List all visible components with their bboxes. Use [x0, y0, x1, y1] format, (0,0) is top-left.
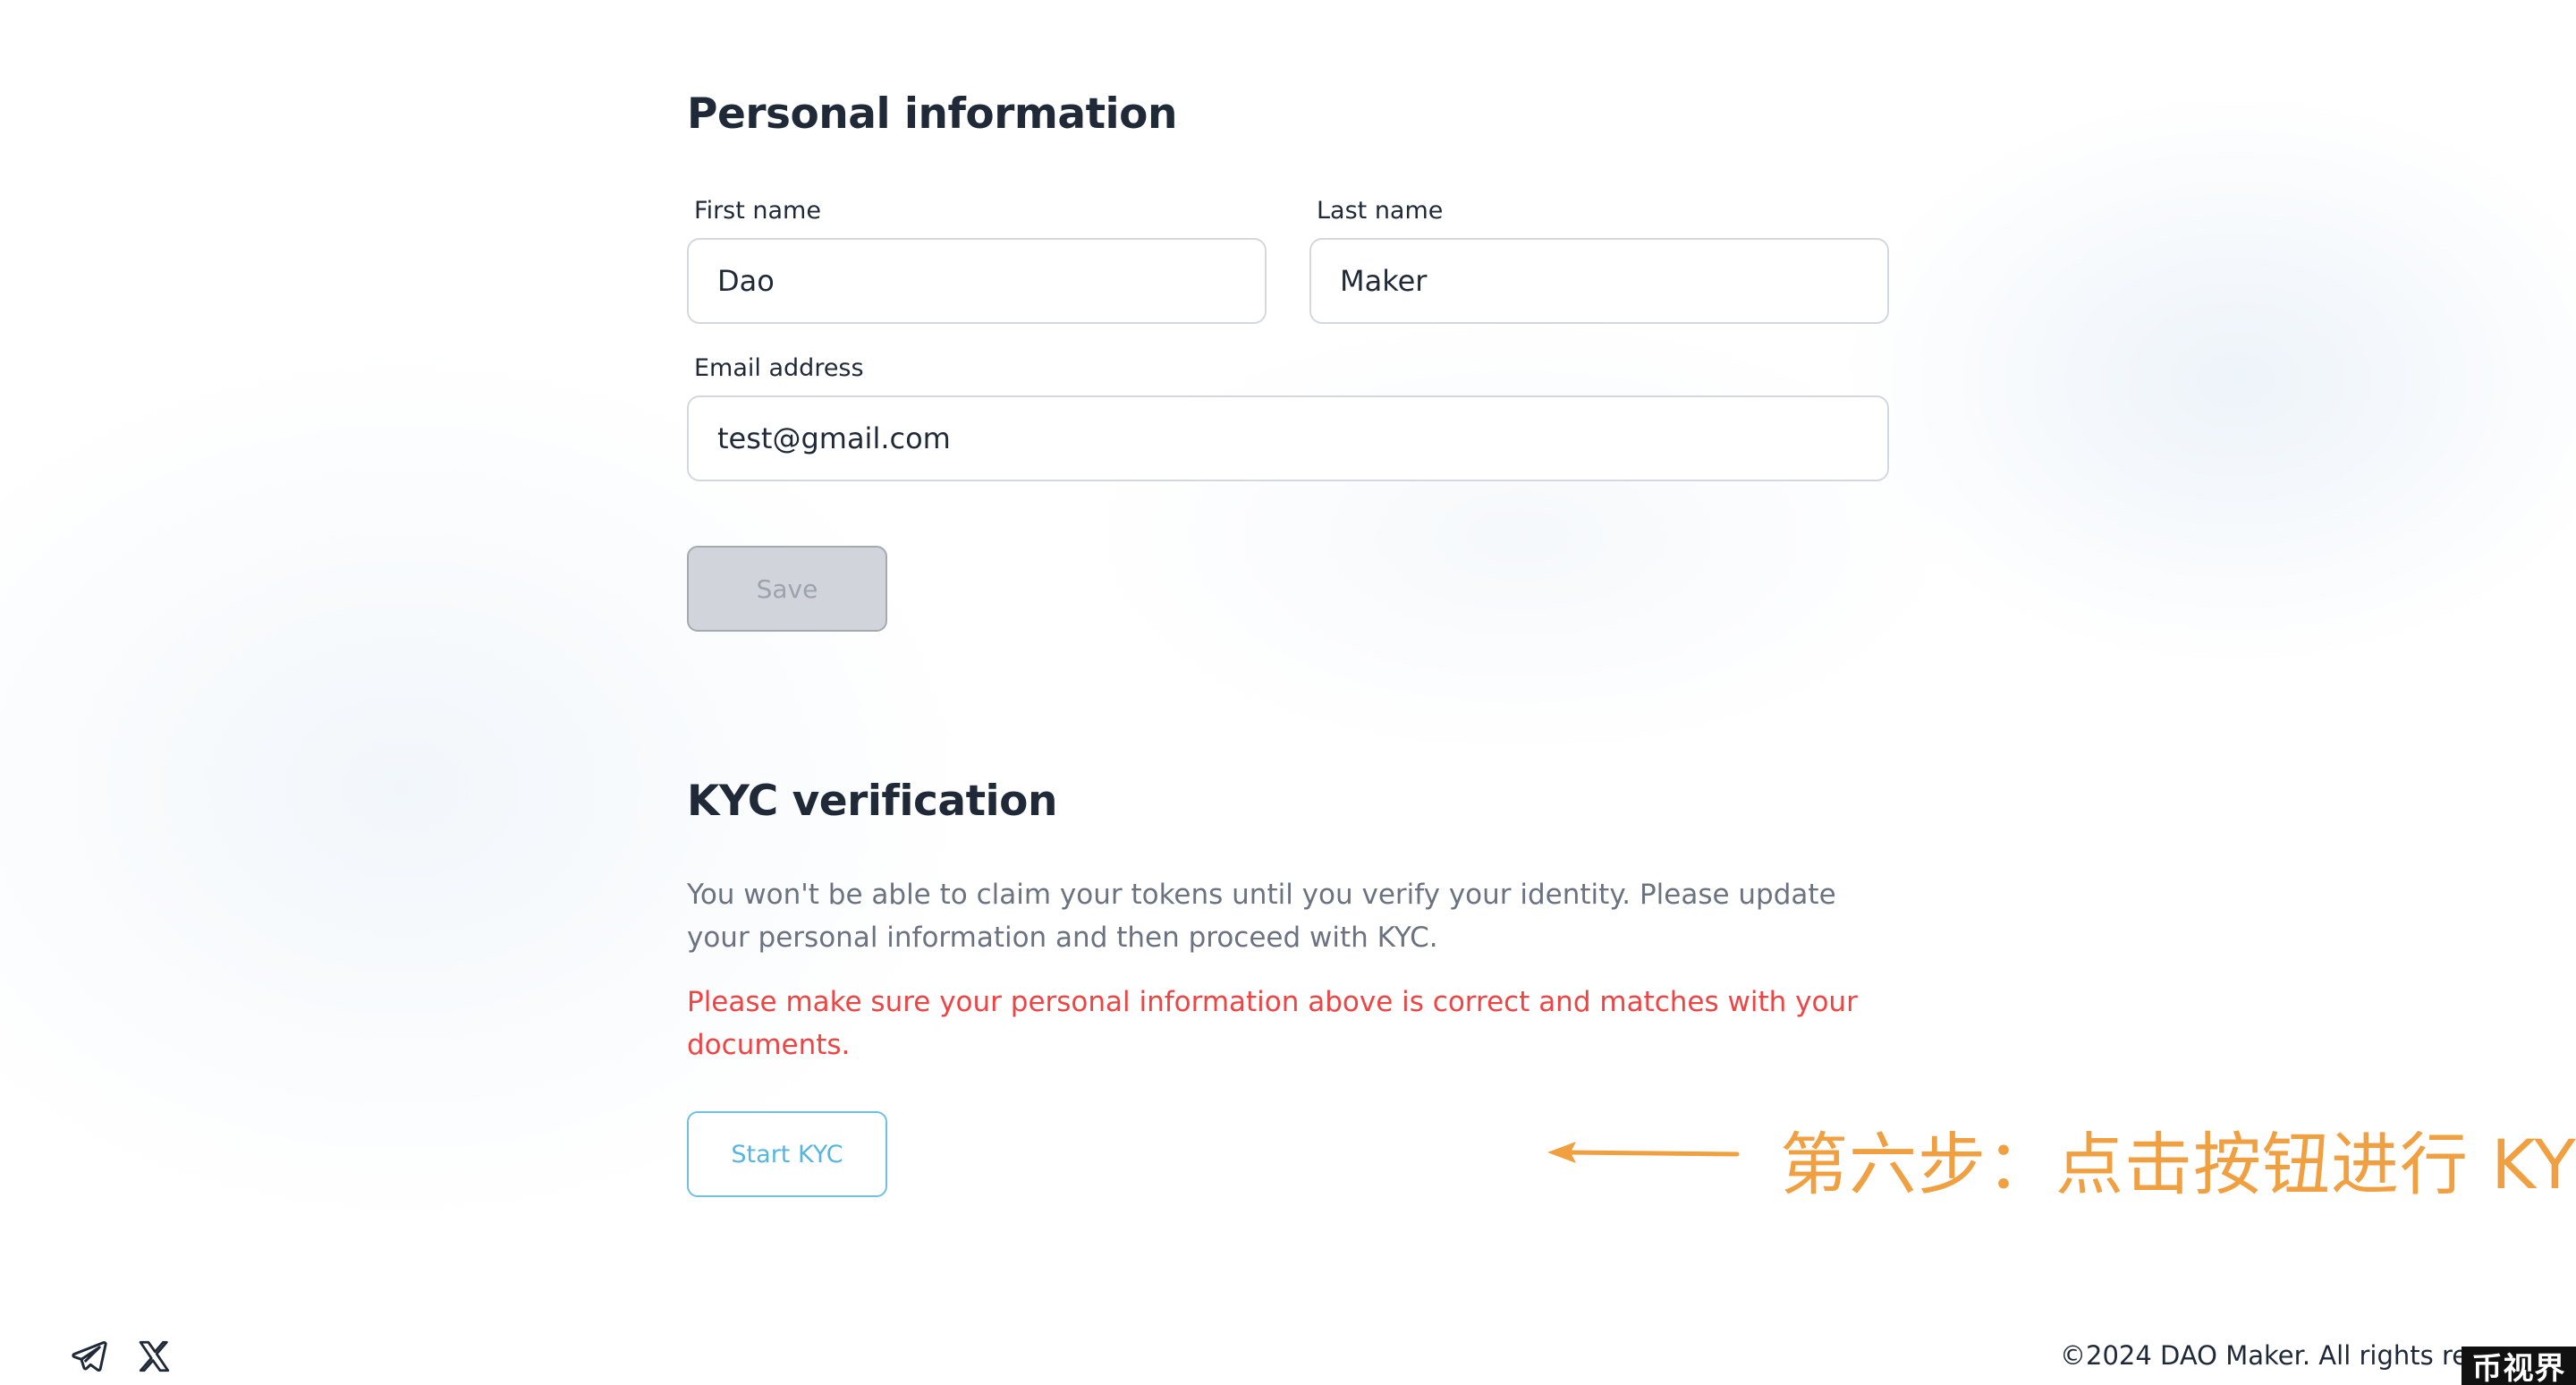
telegram-icon[interactable]: [70, 1338, 107, 1375]
first-name-label: First name: [694, 197, 821, 225]
annotation-text: 第六步：点击按钮进行 KYC: [1780, 1125, 2576, 1204]
watermark-badge: 币视界: [2462, 1347, 2576, 1385]
copyright-text: ©2024 DAO Maker. All rights reserv: [2060, 1340, 2524, 1371]
kyc-warning: Please make sure your personal informati…: [687, 986, 1858, 1061]
start-kyc-button[interactable]: Start KYC: [687, 1111, 887, 1197]
last-name-label: Last name: [1317, 197, 1444, 225]
email-input[interactable]: [687, 395, 1889, 481]
save-button[interactable]: Save: [687, 546, 887, 632]
profile-page: Personal information First name Last nam…: [0, 0, 2576, 1385]
kyc-title: KYC verification: [687, 777, 1057, 826]
last-name-input[interactable]: [1309, 238, 1889, 324]
personal-info-title: Personal information: [687, 89, 1177, 139]
kyc-description: You won't be able to claim your tokens u…: [687, 879, 1836, 954]
email-label: Email address: [694, 354, 864, 382]
annotation-arrow-icon: [1547, 1142, 1740, 1163]
x-icon[interactable]: [135, 1338, 173, 1375]
background-glow-center: [1073, 313, 1968, 760]
first-name-input[interactable]: [687, 238, 1267, 324]
